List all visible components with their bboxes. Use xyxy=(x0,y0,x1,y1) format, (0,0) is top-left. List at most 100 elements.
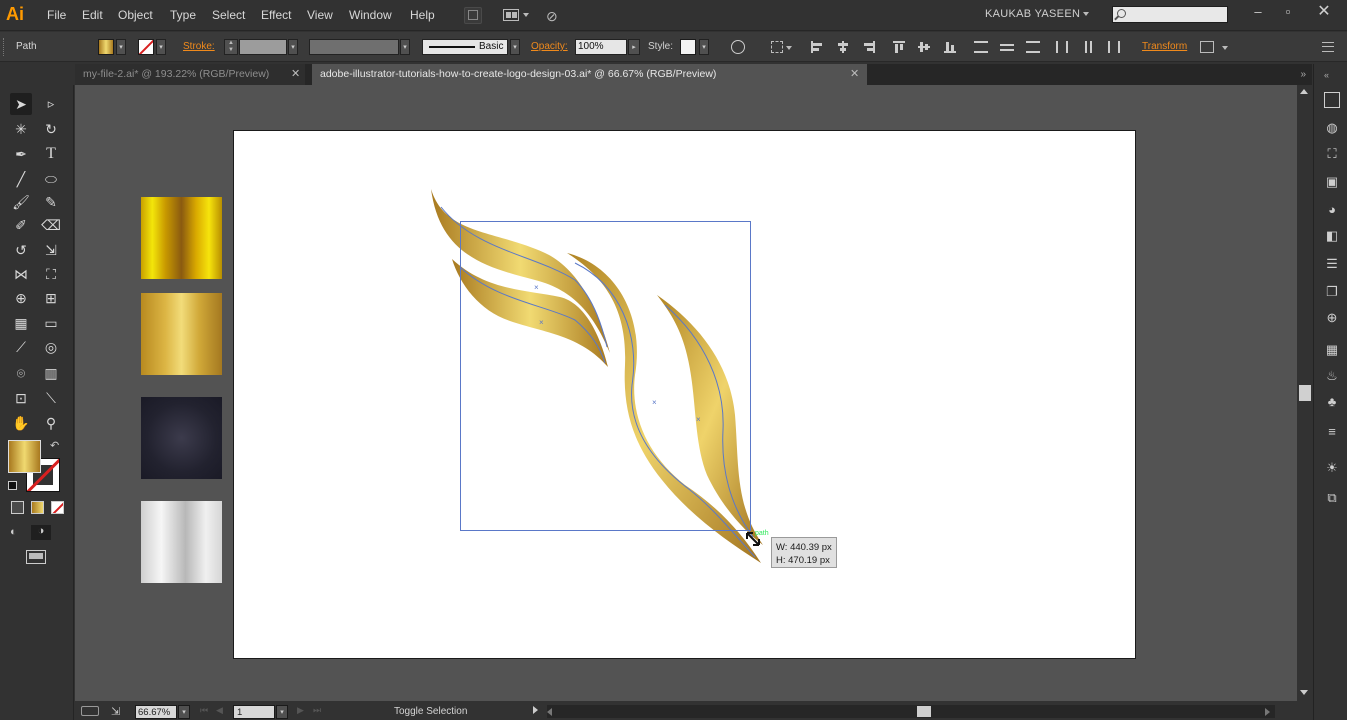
selection-tool-icon[interactable]: ➤ xyxy=(10,93,32,115)
eraser-tool-icon[interactable]: ⌫ xyxy=(40,214,62,236)
magic-wand-tool-icon[interactable]: ✳ xyxy=(10,118,32,140)
menu-edit[interactable]: Edit xyxy=(82,8,103,22)
horizontal-scroll-thumb[interactable] xyxy=(917,706,931,717)
pencil-tool-icon[interactable]: ✎ xyxy=(40,191,62,213)
graphic-style-swatch[interactable] xyxy=(680,39,696,55)
appearance-panel-icon[interactable]: ◍ xyxy=(1324,120,1340,136)
menu-view[interactable]: View xyxy=(307,8,333,22)
blend-tool-icon[interactable]: ◎ xyxy=(40,336,62,358)
zoom-tool-icon[interactable]: ⚲ xyxy=(40,412,62,434)
fill-swatch[interactable] xyxy=(98,39,114,55)
bridge-button[interactable] xyxy=(464,7,482,24)
opacity-slider-button[interactable]: ▸ xyxy=(628,39,640,55)
draw-behind-icon[interactable]: ◑ xyxy=(31,525,51,540)
type-tool-icon[interactable]: T xyxy=(40,143,62,165)
align-to-selection-icon[interactable] xyxy=(771,41,783,53)
slice-tool-icon[interactable]: ⟍ xyxy=(40,387,62,409)
menu-panel-icon[interactable]: ≡ xyxy=(1324,424,1340,440)
user-account-name[interactable]: KAUKAB YASEEN xyxy=(985,8,1080,20)
align-bottom-icon[interactable] xyxy=(944,41,956,53)
isolate-selected-icon[interactable] xyxy=(1200,41,1214,53)
stroke-swatch-dropdown[interactable]: ▾ xyxy=(156,39,166,55)
artboard-tool-icon[interactable]: ⊡ xyxy=(10,387,32,409)
perspective-grid-tool-icon[interactable]: ⊞ xyxy=(40,287,62,309)
none-mode-icon[interactable] xyxy=(51,501,64,514)
opacity-label[interactable]: Opacity: xyxy=(531,41,568,52)
menu-window[interactable]: Window xyxy=(349,8,392,22)
recolor-artwork-icon[interactable] xyxy=(731,40,745,54)
stroke-label[interactable]: Stroke: xyxy=(183,41,215,52)
width-tool-icon[interactable]: ⋈ xyxy=(10,263,32,285)
horizontal-scrollbar[interactable] xyxy=(547,705,1275,718)
stroke-panel-icon[interactable]: ☰ xyxy=(1324,256,1340,272)
align-right-icon[interactable] xyxy=(863,41,875,53)
gpu-performance-icon[interactable]: ⊘ xyxy=(546,7,566,25)
fill-dropdown[interactable]: ▾ xyxy=(116,39,126,55)
previous-artboard-icon[interactable]: ◀ xyxy=(216,705,223,716)
align-panel-icon[interactable]: ▣ xyxy=(1324,174,1340,190)
transform-panel-icon[interactable]: ⛶ xyxy=(1324,146,1340,162)
stroke-swatch[interactable] xyxy=(138,39,154,55)
scale-tool-icon[interactable]: ⇲ xyxy=(40,239,62,261)
open-in-bridge-icon[interactable]: ⇲ xyxy=(111,705,120,718)
brush-dropdown[interactable]: ▾ xyxy=(510,39,520,55)
panel-grip[interactable] xyxy=(3,38,6,56)
distribute-right-icon[interactable] xyxy=(1108,41,1120,53)
symbols-panel-icon[interactable]: ♣ xyxy=(1324,394,1340,410)
menu-effect[interactable]: Effect xyxy=(261,8,291,22)
scroll-up-icon[interactable] xyxy=(1300,89,1308,94)
rotate-tool-icon[interactable]: ↺ xyxy=(10,239,32,261)
change-screen-mode-icon[interactable] xyxy=(26,550,46,564)
column-graph-tool-icon[interactable]: ▥ xyxy=(40,362,62,384)
ellipse-tool-icon[interactable]: ⬭ xyxy=(40,168,62,190)
align-horizontal-center-icon[interactable] xyxy=(837,41,849,53)
tab-my-file-2[interactable]: my-file-2.ai* @ 193.22% (RGB/Preview) xyxy=(75,64,305,85)
transform-link[interactable]: Transform xyxy=(1142,41,1187,52)
zoom-level-field[interactable]: 66.67% xyxy=(135,705,177,719)
paintbrush-tool-icon[interactable]: 🖌 xyxy=(10,191,32,213)
account-chevron-icon[interactable] xyxy=(1083,12,1089,16)
menu-file[interactable]: File xyxy=(47,8,66,22)
opacity-field[interactable]: 100% xyxy=(575,39,627,55)
color-panel-icon[interactable]: ◕ xyxy=(1324,202,1340,218)
navigator-panel-icon[interactable]: ⊕ xyxy=(1324,310,1340,326)
free-transform-tool-icon[interactable]: ⛶ xyxy=(40,263,62,285)
grid-panel-icon[interactable]: ▦ xyxy=(1324,342,1340,358)
swap-fill-stroke-icon[interactable]: ↶ xyxy=(50,439,59,452)
artboard-dropdown[interactable]: ▾ xyxy=(276,705,288,719)
draw-normal-icon[interactable]: ◐ xyxy=(10,526,28,539)
gradient-mode-icon[interactable] xyxy=(31,501,44,514)
graphic-style-dropdown[interactable]: ▾ xyxy=(699,39,709,55)
swatches-panel-icon[interactable]: ◧ xyxy=(1324,228,1340,244)
menu-help[interactable]: Help xyxy=(410,8,435,22)
distribute-vertical-center-icon[interactable] xyxy=(1000,41,1014,53)
mesh-tool-icon[interactable]: ▦ xyxy=(10,312,32,334)
export-panel-icon[interactable]: ⧉ xyxy=(1324,490,1340,506)
vertical-scrollbar[interactable] xyxy=(1297,85,1312,701)
align-to-chevron-icon[interactable] xyxy=(786,46,792,50)
stroke-weight-dropdown[interactable]: ▾ xyxy=(288,39,298,55)
vertical-scroll-thumb[interactable] xyxy=(1299,385,1311,401)
zoom-dropdown[interactable]: ▾ xyxy=(178,705,190,719)
align-top-icon[interactable] xyxy=(893,41,905,53)
search-input[interactable] xyxy=(1112,6,1228,23)
hand-tool-icon[interactable]: ✋ xyxy=(10,412,32,434)
variable-width-dropdown[interactable]: ▾ xyxy=(400,39,410,55)
stroke-stepper[interactable]: ▲ ▼ xyxy=(224,39,238,55)
artboard-number-field[interactable]: 1 xyxy=(233,705,275,719)
tab-logo-design-03[interactable]: adobe-illustrator-tutorials-how-to-creat… xyxy=(312,64,867,85)
line-segment-tool-icon[interactable]: ╱ xyxy=(10,168,32,190)
distribute-bottom-icon[interactable] xyxy=(1026,41,1040,53)
collapse-dock-icon[interactable]: « xyxy=(1324,70,1329,80)
panel-menu-icon[interactable] xyxy=(1322,42,1334,52)
align-left-icon[interactable] xyxy=(811,41,823,53)
direct-selection-tool-icon[interactable]: ▹ xyxy=(40,93,62,115)
stroke-weight-field[interactable] xyxy=(239,39,287,55)
distribute-horizontal-center-icon[interactable] xyxy=(1082,41,1094,53)
fill-color-box[interactable] xyxy=(8,440,41,473)
scroll-left-icon[interactable] xyxy=(547,708,552,716)
distribute-top-icon[interactable] xyxy=(974,41,988,53)
maximize-button[interactable]: ▫ xyxy=(1274,2,1302,22)
artwork-layer[interactable]: × × × × path xyxy=(75,85,1297,701)
shape-builder-tool-icon[interactable]: ⊕ xyxy=(10,287,32,309)
